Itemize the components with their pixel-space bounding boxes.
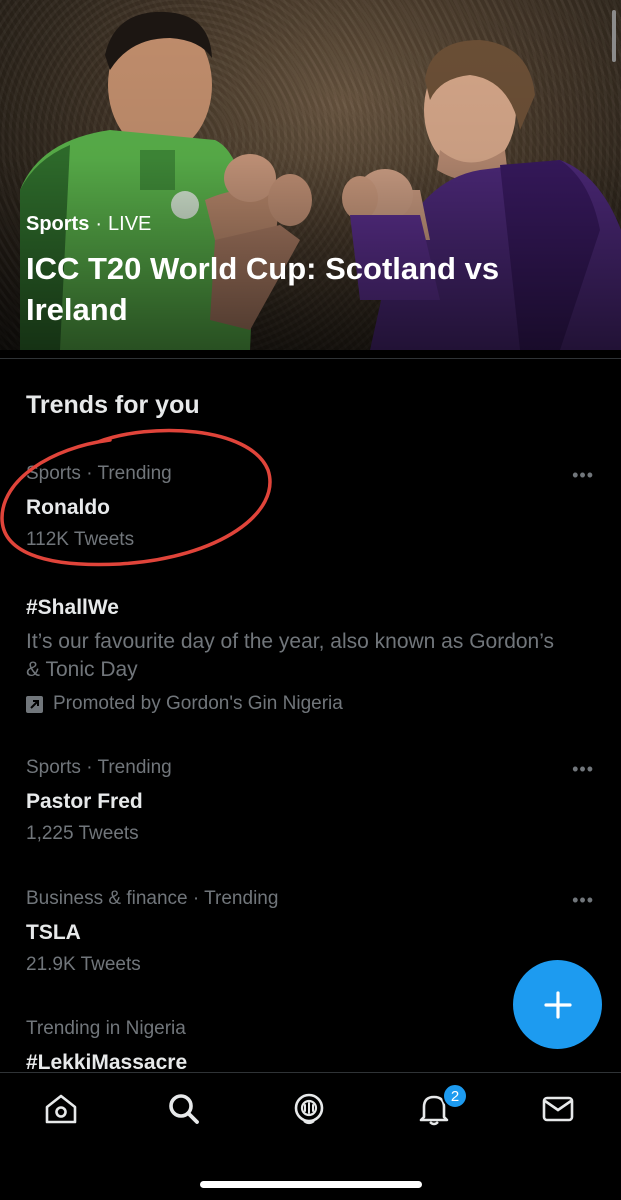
bottom-tab-bar: 2: [0, 1072, 621, 1200]
more-options-icon[interactable]: •••: [572, 890, 594, 911]
trend-tweet-count: 1,225 Tweets: [26, 823, 139, 844]
trend-item-tsla[interactable]: Business & finance · Trending TSLA 21.9K…: [26, 888, 606, 976]
trend-meta: Sports · Trending: [26, 757, 172, 778]
trend-tweet-count: 112K Tweets: [26, 529, 135, 550]
tab-home[interactable]: [41, 1089, 81, 1129]
trend-meta: Sports · Trending: [26, 463, 172, 484]
trend-item-pastor-fred[interactable]: Sports · Trending Pastor Fred 1,225 Twee…: [26, 757, 606, 845]
notification-badge: 2: [442, 1083, 468, 1109]
section-divider: [0, 358, 621, 359]
trend-meta: Business & finance · Trending: [26, 888, 279, 909]
tab-search[interactable]: [164, 1089, 204, 1129]
spaces-icon: [294, 1093, 324, 1125]
more-options-icon[interactable]: •••: [572, 759, 594, 780]
meta-separator: ·: [95, 213, 103, 235]
trend-name: Pastor Fred: [26, 790, 143, 813]
trend-item-ronaldo[interactable]: Sports · Trending Ronaldo 112K Tweets ••…: [26, 463, 606, 551]
home-icon: [45, 1094, 77, 1124]
promoted-by-text: Promoted by Gordon's Gin Nigeria: [53, 693, 343, 714]
trend-name: Ronaldo: [26, 496, 110, 519]
more-options-icon[interactable]: •••: [572, 465, 594, 486]
featured-event-card[interactable]: Sports · LIVE ICC T20 World Cup: Scotlan…: [0, 0, 621, 350]
tab-messages[interactable]: [538, 1089, 578, 1129]
home-indicator: [200, 1181, 422, 1188]
tab-spaces[interactable]: [289, 1089, 329, 1129]
scroll-indicator: [612, 10, 616, 62]
trends-section-title: Trends for you: [26, 391, 200, 419]
plus-icon: [543, 990, 572, 1019]
event-meta: Sports · LIVE: [26, 213, 151, 236]
promoted-icon: [26, 695, 43, 713]
event-title: ICC T20 World Cup: Scotland vs Ireland: [26, 251, 500, 327]
search-icon: [169, 1094, 199, 1124]
promoted-label: Promoted by Gordon's Gin Nigeria: [26, 693, 606, 715]
trend-tweet-count: 21.9K Tweets: [26, 954, 141, 975]
promoted-trend-shallwe[interactable]: #ShallWe It’s our favourite day of the y…: [26, 596, 606, 715]
event-category: Sports: [26, 213, 90, 235]
promoted-description: It’s our favourite day of the year, also…: [26, 630, 555, 681]
trend-name: TSLA: [26, 921, 81, 944]
compose-tweet-button[interactable]: [513, 960, 602, 1049]
trend-name: #ShallWe: [26, 596, 119, 619]
live-label: LIVE: [108, 213, 152, 235]
explore-screen: Sports · LIVE ICC T20 World Cup: Scotlan…: [0, 0, 621, 1200]
messages-icon: [542, 1096, 574, 1122]
